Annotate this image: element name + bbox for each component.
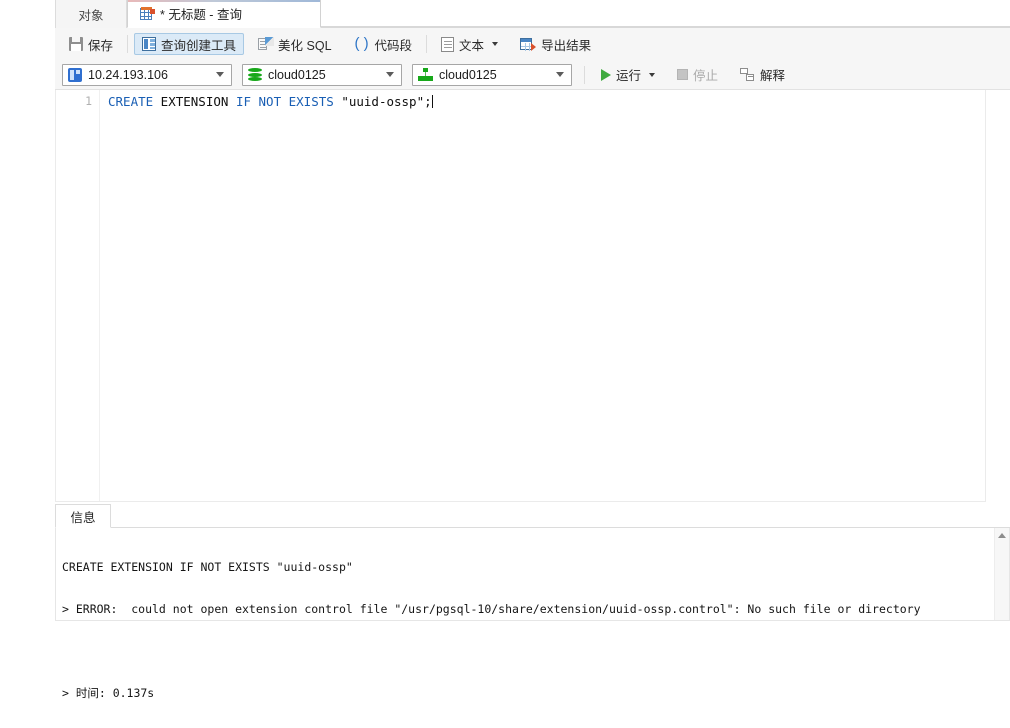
chevron-down-icon[interactable]	[216, 72, 224, 77]
sql-token-extension: EXTENSION	[153, 94, 236, 109]
code-snippet-label: 代码段	[374, 38, 413, 53]
tab-query-label: * 无标题 - 查询	[160, 8, 242, 22]
chevron-up-icon	[998, 533, 1006, 538]
chevron-down-icon[interactable]	[556, 72, 564, 77]
run-button[interactable]: 运行	[593, 64, 663, 86]
database-icon	[248, 67, 262, 82]
log-line-2: > ERROR: could not open extension contro…	[62, 602, 921, 616]
export-result-button[interactable]: 导出结果	[512, 33, 599, 55]
sql-token-create: CREATE	[108, 94, 154, 109]
text-caret	[431, 95, 433, 108]
run-label: 运行	[616, 69, 642, 83]
tab-info-label: 信息	[70, 510, 96, 525]
schema-value: cloud0125	[439, 67, 497, 82]
host-value: 10.24.193.106	[88, 67, 168, 82]
database-dropdown[interactable]: cloud0125	[242, 63, 402, 86]
query-editor-window: 对象 * 无标题 - 查询 保存 查询创建工具 美化 SQL () 代码段 文…	[55, 0, 1010, 700]
main-toolbar: 保存 查询创建工具 美化 SQL ( ) 代码段 文本 导出结果	[55, 28, 1010, 61]
scroll-up-button[interactable]	[995, 528, 1009, 543]
info-output-pane[interactable]: CREATE EXTENSION IF NOT EXISTS "uuid-oss…	[55, 528, 1010, 700]
beautify-icon	[258, 37, 275, 51]
toolbar-separator-1	[127, 35, 129, 53]
toolbar-separator-2	[426, 35, 428, 53]
parentheses-icon: ( )	[354, 35, 369, 52]
explain-icon	[740, 67, 755, 82]
sql-code-line[interactable]: CREATE EXTENSION IF NOT EXISTS "uuid-oss…	[108, 94, 433, 110]
tab-object[interactable]: 对象	[55, 0, 127, 28]
stop-icon	[677, 69, 689, 80]
save-label: 保存	[88, 38, 114, 53]
play-icon	[601, 68, 611, 81]
stop-label: 停止	[693, 69, 719, 83]
schema-icon	[418, 67, 433, 82]
text-mode-button[interactable]: 文本	[433, 33, 506, 55]
schema-dropdown[interactable]: cloud0125	[412, 63, 572, 86]
save-icon	[69, 37, 83, 51]
connection-bar: 10.24.193.106 cloud0125 cloud0125 运行 停止 …	[55, 60, 1010, 90]
log-output: CREATE EXTENSION IF NOT EXISTS "uuid-oss…	[62, 532, 921, 728]
tab-query[interactable]: * 无标题 - 查询	[127, 0, 321, 28]
log-blank-line	[62, 644, 921, 658]
host-dropdown[interactable]: 10.24.193.106	[62, 63, 232, 86]
editor-gutter: 1	[56, 90, 100, 501]
log-line-1: CREATE EXTENSION IF NOT EXISTS "uuid-oss…	[62, 560, 353, 574]
database-value: cloud0125	[268, 67, 326, 82]
export-icon	[520, 37, 537, 51]
tab-info[interactable]: 信息	[55, 504, 111, 528]
query-builder-label: 查询创建工具	[161, 38, 237, 53]
explain-label: 解释	[760, 69, 786, 83]
tab-active-accent	[128, 0, 320, 2]
save-button[interactable]: 保存	[61, 33, 121, 55]
tab-strip: 对象 * 无标题 - 查询	[55, 0, 1010, 28]
left-empty-margin	[0, 0, 55, 621]
sql-token-if-not-exists: IF NOT EXISTS	[235, 94, 334, 109]
query-builder-button[interactable]: 查询创建工具	[134, 33, 245, 55]
beautify-sql-label: 美化 SQL	[278, 38, 332, 53]
document-icon	[441, 36, 455, 52]
query-grid-icon	[140, 6, 155, 21]
sql-token-literal: "uuid-ossp";	[333, 94, 432, 109]
tab-strip-filler	[321, 0, 1010, 27]
line-number: 1	[85, 94, 92, 108]
export-result-label: 导出结果	[541, 38, 592, 53]
info-pane-scrollbar[interactable]	[994, 528, 1009, 620]
chevron-down-icon[interactable]	[386, 72, 394, 77]
beautify-sql-button[interactable]: 美化 SQL	[250, 33, 340, 55]
chevron-down-icon[interactable]	[492, 42, 499, 46]
text-mode-label: 文本	[459, 38, 485, 53]
code-snippet-button[interactable]: ( ) 代码段	[346, 33, 421, 55]
server-icon	[68, 67, 82, 82]
stop-button: 停止	[669, 64, 726, 86]
tab-object-label: 对象	[78, 8, 104, 23]
log-line-3: > 时间: 0.137s	[62, 686, 155, 700]
editor-right-margin	[986, 90, 1010, 502]
chevron-down-icon[interactable]	[649, 72, 656, 77]
connbar-separator	[584, 65, 585, 84]
query-builder-icon	[142, 37, 157, 51]
info-tab-strip: 信息	[55, 504, 1010, 528]
explain-button[interactable]: 解释	[732, 64, 793, 86]
sql-editor[interactable]: 1 CREATE EXTENSION IF NOT EXISTS "uuid-o…	[55, 90, 986, 502]
